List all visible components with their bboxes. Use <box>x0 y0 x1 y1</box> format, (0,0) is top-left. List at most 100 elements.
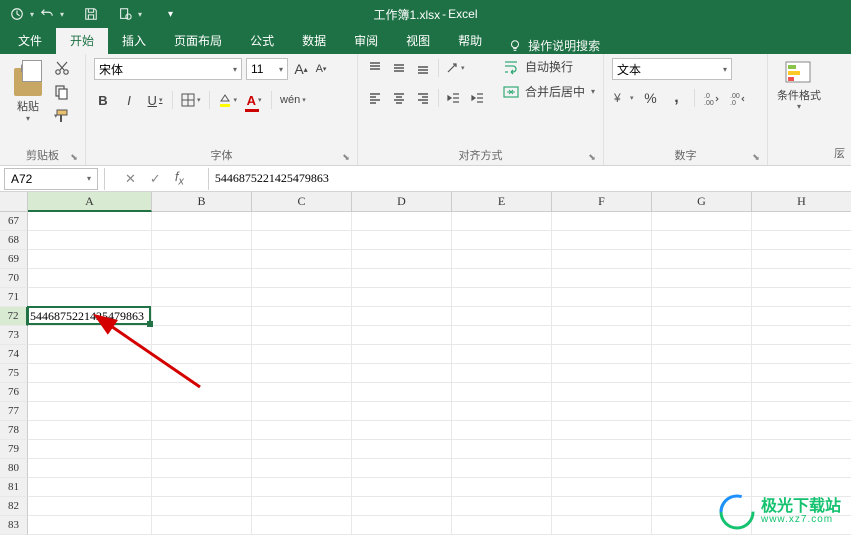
fx-icon[interactable]: fx <box>175 169 184 188</box>
cell-B83[interactable] <box>152 516 252 535</box>
cell-E83[interactable] <box>452 516 552 535</box>
cell-C75[interactable] <box>252 364 352 383</box>
row-header-74[interactable]: 74 <box>0 345 28 364</box>
cell-H75[interactable] <box>752 364 851 383</box>
col-header-C[interactable]: C <box>252 192 352 212</box>
align-center-icon[interactable] <box>390 88 408 108</box>
print-preview-icon[interactable] <box>116 5 134 23</box>
tell-me-search[interactable]: 操作说明搜索 <box>508 37 600 54</box>
cell-H74[interactable] <box>752 345 851 364</box>
enter-icon[interactable]: ✓ <box>150 171 161 187</box>
cell-A76[interactable] <box>28 383 152 402</box>
cell-G76[interactable] <box>652 383 752 402</box>
cell-A82[interactable] <box>28 497 152 516</box>
cell-D82[interactable] <box>352 497 452 516</box>
cell-D71[interactable] <box>352 288 452 307</box>
cell-A78[interactable] <box>28 421 152 440</box>
font-size-combo[interactable]: 11▾ <box>246 58 288 80</box>
cell-F70[interactable] <box>552 269 652 288</box>
cell-E81[interactable] <box>452 478 552 497</box>
cell-F72[interactable] <box>552 307 652 326</box>
cell-B72[interactable] <box>152 307 252 326</box>
cell-A79[interactable] <box>28 440 152 459</box>
cell-E69[interactable] <box>452 250 552 269</box>
cell-D73[interactable] <box>352 326 452 345</box>
cell-E73[interactable] <box>452 326 552 345</box>
align-right-icon[interactable] <box>414 88 432 108</box>
cell-C68[interactable] <box>252 231 352 250</box>
clipboard-launcher-icon[interactable]: ⬊ <box>67 150 81 164</box>
cell-C70[interactable] <box>252 269 352 288</box>
cell-B68[interactable] <box>152 231 252 250</box>
cell-H77[interactable] <box>752 402 851 421</box>
cell-F75[interactable] <box>552 364 652 383</box>
cell-C80[interactable] <box>252 459 352 478</box>
fill-color-button[interactable]: ▾ <box>218 90 238 110</box>
row-header-73[interactable]: 73 <box>0 326 28 345</box>
orientation-button[interactable]: ▾ <box>445 58 465 78</box>
row-header-76[interactable]: 76 <box>0 383 28 402</box>
cell-A75[interactable] <box>28 364 152 383</box>
cell-C77[interactable] <box>252 402 352 421</box>
cell-B81[interactable] <box>152 478 252 497</box>
col-header-A[interactable]: A <box>28 192 152 212</box>
cell-F80[interactable] <box>552 459 652 478</box>
cell-H80[interactable] <box>752 459 851 478</box>
format-painter-icon[interactable] <box>54 108 72 126</box>
cell-E80[interactable] <box>452 459 552 478</box>
align-left-icon[interactable] <box>366 88 384 108</box>
cell-E74[interactable] <box>452 345 552 364</box>
qat-dropdown-icon[interactable]: ▾ <box>30 10 34 19</box>
history-icon[interactable] <box>8 5 26 23</box>
cell-B77[interactable] <box>152 402 252 421</box>
merge-center-button[interactable]: 合并后居中 ▾ <box>503 83 595 100</box>
cell-B80[interactable] <box>152 459 252 478</box>
cell-A69[interactable] <box>28 250 152 269</box>
tab-layout[interactable]: 页面布局 <box>160 27 236 54</box>
number-launcher-icon[interactable]: ⬊ <box>749 150 763 164</box>
decrease-indent-icon[interactable] <box>445 88 463 108</box>
cell-B70[interactable] <box>152 269 252 288</box>
col-header-G[interactable]: G <box>652 192 752 212</box>
cell-D76[interactable] <box>352 383 452 402</box>
cell-H72[interactable] <box>752 307 851 326</box>
font-name-combo[interactable]: 宋体▾ <box>94 58 242 80</box>
cell-F78[interactable] <box>552 421 652 440</box>
cell-F71[interactable] <box>552 288 652 307</box>
cell-D68[interactable] <box>352 231 452 250</box>
borders-button[interactable]: ▾ <box>181 90 201 110</box>
col-header-F[interactable]: F <box>552 192 652 212</box>
cell-F76[interactable] <box>552 383 652 402</box>
cell-D75[interactable] <box>352 364 452 383</box>
cell-E82[interactable] <box>452 497 552 516</box>
cell-E75[interactable] <box>452 364 552 383</box>
col-header-D[interactable]: D <box>352 192 452 212</box>
cell-F68[interactable] <box>552 231 652 250</box>
cell-C82[interactable] <box>252 497 352 516</box>
number-format-combo[interactable]: 文本▾ <box>612 58 732 80</box>
phonetic-button[interactable]: wén▾ <box>280 90 306 110</box>
cell-B79[interactable] <box>152 440 252 459</box>
cell-A83[interactable] <box>28 516 152 535</box>
underline-button[interactable]: U▾ <box>146 90 164 110</box>
cell-E79[interactable] <box>452 440 552 459</box>
cell-D72[interactable] <box>352 307 452 326</box>
cell-H71[interactable] <box>752 288 851 307</box>
cell-F69[interactable] <box>552 250 652 269</box>
cell-G67[interactable] <box>652 212 752 231</box>
row-header-75[interactable]: 75 <box>0 364 28 383</box>
row-header-77[interactable]: 77 <box>0 402 28 421</box>
tab-insert[interactable]: 插入 <box>108 27 160 54</box>
cell-C72[interactable] <box>252 307 352 326</box>
cell-D77[interactable] <box>352 402 452 421</box>
cell-D80[interactable] <box>352 459 452 478</box>
cell-D79[interactable] <box>352 440 452 459</box>
cell-H70[interactable] <box>752 269 851 288</box>
undo-dropdown-icon[interactable]: ▾ <box>60 10 64 19</box>
row-header-78[interactable]: 78 <box>0 421 28 440</box>
cell-F67[interactable] <box>552 212 652 231</box>
cell-E68[interactable] <box>452 231 552 250</box>
cell-G74[interactable] <box>652 345 752 364</box>
cell-A77[interactable] <box>28 402 152 421</box>
cell-F82[interactable] <box>552 497 652 516</box>
